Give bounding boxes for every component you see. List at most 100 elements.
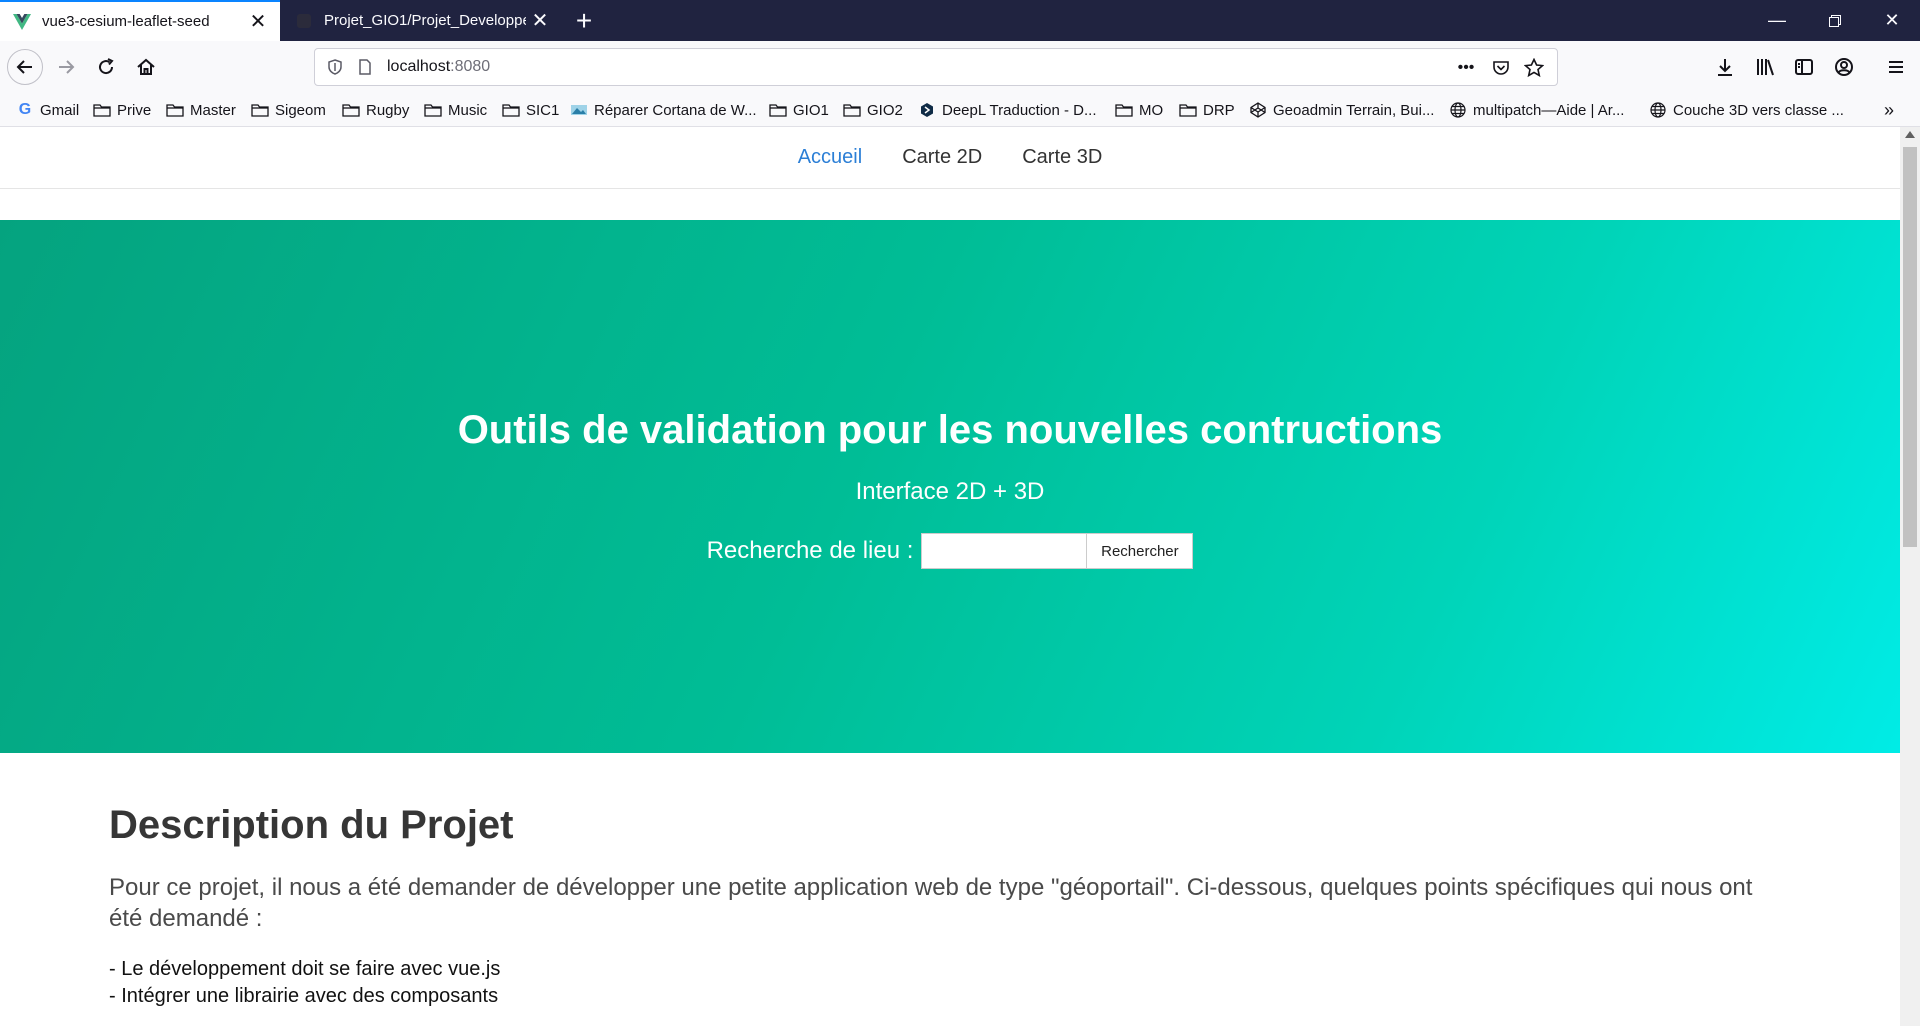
- folder-icon: [251, 102, 269, 118]
- pocket-icon[interactable]: [1490, 57, 1512, 79]
- forward-arrow-icon[interactable]: [49, 50, 83, 84]
- search-label: Recherche de lieu :: [706, 537, 914, 564]
- hero-subtitle: Interface 2D + 3D: [855, 478, 1045, 505]
- bookmarks-toolbar: G Gmail Prive Master Sigeom Rugby Music …: [0, 93, 1920, 127]
- folder-icon: [843, 102, 861, 118]
- description-paragraph: Pour ce projet, il nous a été demander d…: [109, 874, 1753, 932]
- bookmark-multipatch[interactable]: multipatch—Aide | Ar...: [1449, 93, 1624, 127]
- folder-icon: [1115, 102, 1133, 118]
- list-item: - Le développement doit se faire avec vu…: [109, 958, 501, 980]
- bookmark-gio2[interactable]: GIO2: [843, 93, 903, 127]
- bookmark-deepl[interactable]: DeepL Traduction - D...: [918, 93, 1097, 127]
- search-button[interactable]: Rechercher: [1087, 533, 1194, 569]
- bookmark-geoadmin[interactable]: Geoadmin Terrain, Bui...: [1249, 93, 1434, 127]
- place-search-input[interactable]: [921, 533, 1088, 569]
- browser-toolbar: localhost:8080 •••: [0, 41, 1920, 93]
- bookmark-label: Music: [448, 101, 488, 119]
- home-icon[interactable]: [129, 50, 163, 84]
- hamburger-menu-icon[interactable]: [1879, 50, 1913, 84]
- image-icon: [570, 102, 588, 118]
- hero-title: Outils de validation pour les nouvelles …: [457, 408, 1443, 452]
- bookmark-sigeom[interactable]: Sigeom: [251, 93, 326, 127]
- bookmark-rugby[interactable]: Rugby: [342, 93, 409, 127]
- list-item: - Intégrer une librairie avec des compos…: [109, 985, 499, 1007]
- bookmark-label: multipatch—Aide | Ar...: [1473, 101, 1625, 119]
- folder-icon: [769, 102, 787, 118]
- project-description: Description du Projet Pour ce projet, il…: [109, 803, 1789, 1010]
- codepen-icon: [1249, 102, 1267, 118]
- page-icon[interactable]: [355, 57, 375, 77]
- library-icon[interactable]: [1748, 50, 1782, 84]
- page-viewport: Accueil Carte 2D Carte 3D Outils de vali…: [0, 127, 1900, 1026]
- tab-strip: vue3-cesium-leaflet-seed ✕ Projet_GIO1/P…: [0, 0, 1920, 41]
- close-tab-icon[interactable]: ✕: [526, 8, 554, 33]
- bookmark-label: GIO1: [793, 101, 829, 119]
- restore-icon[interactable]: [1812, 0, 1858, 41]
- bookmark-label: Prive: [117, 101, 152, 119]
- bookmark-music[interactable]: Music: [424, 93, 487, 127]
- site-nav: Accueil Carte 2D Carte 3D: [0, 127, 1900, 189]
- google-icon: G: [18, 101, 32, 118]
- tab-title: Projet_GIO1/Projet_Developpement: [324, 12, 526, 29]
- bookmark-mo[interactable]: MO: [1115, 93, 1163, 127]
- shield-icon[interactable]: [325, 57, 345, 77]
- chevron-more-icon[interactable]: »: [1884, 93, 1894, 127]
- account-icon[interactable]: [1827, 50, 1861, 84]
- tab-projet-gio1[interactable]: Projet_GIO1/Projet_Developpement ✕: [282, 0, 562, 41]
- nav-link-accueil[interactable]: Accueil: [798, 146, 862, 169]
- bookmark-label: Sigeom: [275, 101, 326, 119]
- bookmark-label: MO: [1139, 101, 1164, 119]
- tab-title: vue3-cesium-leaflet-seed: [42, 13, 210, 30]
- scroll-up-arrow-icon[interactable]: [1905, 131, 1915, 138]
- bookmark-label: GIO2: [867, 101, 903, 119]
- back-arrow-icon[interactable]: [7, 49, 43, 85]
- scrollbar-thumb[interactable]: [1903, 147, 1917, 547]
- bookmark-label: Geoadmin Terrain, Bui...: [1273, 101, 1435, 119]
- folder-icon: [424, 102, 442, 118]
- bookmark-gmail[interactable]: G Gmail: [16, 93, 79, 127]
- url-text: localhost:8080: [387, 58, 491, 75]
- bookmark-cortana[interactable]: Réparer Cortana de W...: [570, 93, 757, 127]
- bookmark-sic1[interactable]: SIC1: [502, 93, 559, 127]
- bookmark-gio1[interactable]: GIO1: [769, 93, 829, 127]
- bookmark-label: DRP: [1203, 101, 1235, 119]
- url-bar[interactable]: localhost:8080 •••: [314, 48, 1558, 86]
- folder-icon: [502, 102, 520, 118]
- vue-logo-icon: [12, 12, 32, 32]
- bookmark-couche-3d[interactable]: Couche 3D vers classe ...: [1649, 93, 1844, 127]
- globe-icon: [1449, 102, 1467, 118]
- globe-icon: [1649, 102, 1667, 118]
- vertical-scrollbar[interactable]: [1900, 127, 1920, 1026]
- sidebar-icon[interactable]: [1787, 50, 1821, 84]
- bookmark-label: SIC1: [526, 101, 560, 119]
- hero-banner: Outils de validation pour les nouvelles …: [0, 220, 1900, 753]
- bookmark-drp[interactable]: DRP: [1179, 93, 1235, 127]
- nav-link-carte-2d[interactable]: Carte 2D: [902, 146, 982, 169]
- bookmark-label: Gmail: [40, 101, 80, 119]
- folder-icon: [93, 102, 111, 118]
- folder-icon: [342, 102, 360, 118]
- bookmark-label: DeepL Traduction - D...: [942, 101, 1097, 119]
- bookmark-label: Réparer Cortana de W...: [594, 101, 757, 119]
- deepl-icon: [918, 102, 936, 118]
- reload-icon[interactable]: [89, 50, 123, 84]
- bookmark-label: Couche 3D vers classe ...: [1673, 101, 1844, 119]
- minimize-icon[interactable]: —: [1754, 0, 1800, 41]
- nav-link-carte-3d[interactable]: Carte 3D: [1022, 146, 1102, 169]
- gitlab-icon: [294, 11, 314, 31]
- section-heading: Description du Projet: [109, 803, 514, 847]
- bookmark-master[interactable]: Master: [166, 93, 236, 127]
- new-tab-plus-icon[interactable]: +: [570, 0, 598, 41]
- tab-vue3-seed[interactable]: vue3-cesium-leaflet-seed ✕: [0, 0, 280, 41]
- bookmark-label: Master: [190, 101, 236, 119]
- close-tab-icon[interactable]: ✕: [244, 9, 272, 34]
- folder-icon: [166, 102, 184, 118]
- download-icon[interactable]: [1708, 50, 1742, 84]
- bookmark-label: Rugby: [366, 101, 410, 119]
- more-dots-icon[interactable]: •••: [1455, 57, 1477, 79]
- place-search-form: Recherche de lieu : Rechercher: [0, 533, 1900, 569]
- bookmark-prive[interactable]: Prive: [93, 93, 151, 127]
- close-window-icon[interactable]: ✕: [1869, 0, 1915, 41]
- folder-icon: [1179, 102, 1197, 118]
- star-icon[interactable]: [1523, 57, 1545, 79]
